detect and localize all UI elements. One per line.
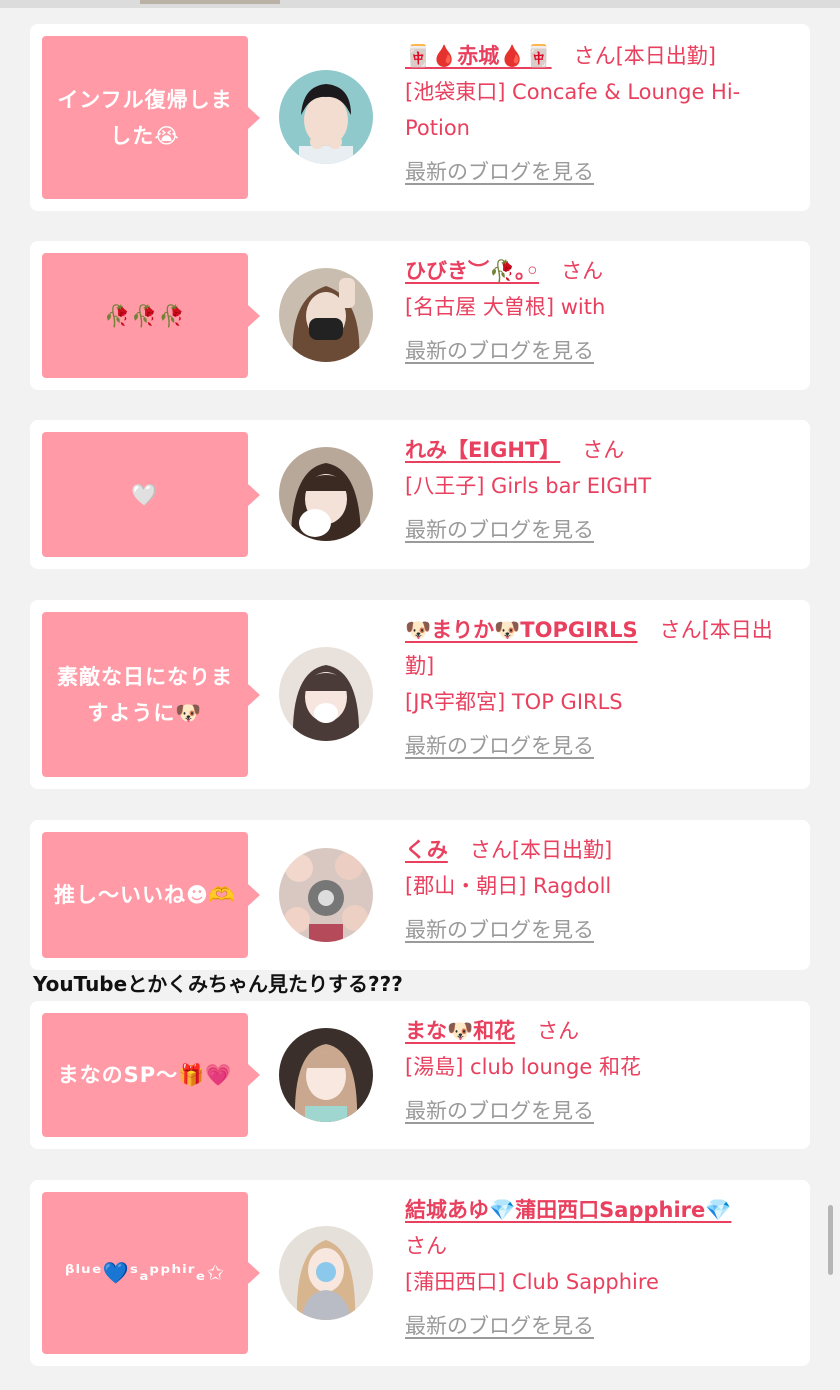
user-comment: YouTubeとかくみちゃん見たりする??? [33, 972, 403, 996]
avatar[interactable] [279, 647, 373, 741]
comment-bubble: 素敵な日になりますように🐶 [42, 612, 260, 777]
comment-bubble: まなのSP〜🎁💗 [42, 1013, 260, 1137]
blog-link[interactable]: 最新のブログを見る [405, 1093, 594, 1129]
shop-name: [JR宇都宮] TOP GIRLS [405, 690, 623, 714]
avatar[interactable] [279, 447, 373, 541]
top-scroll-indicator [0, 0, 840, 8]
profile-info: まな🐶和花 さん [湯島] club lounge 和花 最新のブログを見る [405, 1013, 800, 1129]
profile-name-link[interactable]: 🀄🩸赤城🩸🀄 [405, 44, 552, 68]
honorific-status: さん [582, 438, 625, 462]
avatar[interactable] [279, 268, 373, 362]
list-item: 🤍 れみ【EIGHT】 さん [八王子] Girls bar EIGHT 最新のブ… [30, 420, 810, 569]
comment-bubble: ᵝˡᵘᵉ💙ˢₐᵖᵖʰⁱʳₑ✩ [42, 1192, 260, 1354]
profile-name-link[interactable]: 結城あゆ💎蒲田西口Sapphire💎 [405, 1198, 731, 1222]
profile-info: くみ さん[本日出勤] [郡山・朝日] Ragdoll 最新のブログを見る [405, 832, 800, 948]
blog-link[interactable]: 最新のブログを見る [405, 333, 594, 369]
comment-bubble: 推し〜いいね☻🫶 [42, 832, 260, 958]
avatar[interactable] [279, 70, 373, 164]
avatar[interactable] [279, 1226, 373, 1320]
list-item: インフル復帰しました😭 🀄🩸赤城🩸🀄 さん[本日出勤] [池袋東口] Concaf… [30, 24, 810, 211]
comment-bubble: インフル復帰しました😭 [42, 36, 260, 199]
profile-name-link[interactable]: ひびき︶🥀｡◦ [405, 259, 539, 283]
shop-name: [八王子] Girls bar EIGHT [405, 474, 652, 498]
blog-link[interactable]: 最新のブログを見る [405, 512, 594, 548]
shop-name: [湯島] club lounge 和花 [405, 1055, 641, 1079]
profile-name-link[interactable]: くみ [405, 838, 448, 862]
scrollbar[interactable] [828, 1205, 833, 1275]
avatar[interactable] [279, 1028, 373, 1122]
profile-info: 🐶まりか🐶TOPGIRLS さん[本日出勤] [JR宇都宮] TOP GIRLS … [405, 612, 800, 764]
top-scroll-thumb [140, 0, 280, 4]
honorific-status: さん[本日出勤] [469, 838, 613, 862]
honorific-status: さん [537, 1019, 580, 1043]
list-item: まなのSP〜🎁💗 まな🐶和花 さん [湯島] club lounge 和花 最新の… [30, 1001, 810, 1149]
blog-link[interactable]: 最新のブログを見る [405, 154, 594, 190]
profile-name-link[interactable]: 🐶まりか🐶TOPGIRLS [405, 618, 638, 642]
list-item: 🥀🥀🥀 ひびき︶🥀｡◦ さん [名古屋 大曽根] with 最新のブログを見る [30, 241, 810, 390]
honorific-status: さん [561, 259, 604, 283]
shop-name: [郡山・朝日] Ragdoll [405, 874, 612, 898]
profile-info: ひびき︶🥀｡◦ さん [名古屋 大曽根] with 最新のブログを見る [405, 253, 800, 369]
profile-name-link[interactable]: れみ【EIGHT】 [405, 438, 560, 462]
blog-link[interactable]: 最新のブログを見る [405, 912, 594, 948]
profile-name-link[interactable]: まな🐶和花 [405, 1019, 515, 1043]
profile-info: れみ【EIGHT】 さん [八王子] Girls bar EIGHT 最新のブログ… [405, 432, 800, 548]
list-item: 素敵な日になりますように🐶 🐶まりか🐶TOPGIRLS さん[本日出勤] [JR宇… [30, 600, 810, 789]
profile-info: 🀄🩸赤城🩸🀄 さん[本日出勤] [池袋東口] Concafe & Lounge H… [405, 38, 800, 190]
shop-name: [池袋東口] Concafe & Lounge Hi-Potion [405, 80, 741, 140]
shop-name: [蒲田西口] Club Sapphire [405, 1270, 659, 1294]
honorific-status: さん [405, 1234, 447, 1258]
list-item: 推し〜いいね☻🫶 くみ さん[本日出勤] [郡山・朝日] Ragdoll 最新のブ… [30, 820, 810, 970]
comment-bubble: 🤍 [42, 432, 260, 557]
list-item: ᵝˡᵘᵉ💙ˢₐᵖᵖʰⁱʳₑ✩ 結城あゆ💎蒲田西口Sapphire💎 さん [蒲田… [30, 1180, 810, 1366]
blog-link[interactable]: 最新のブログを見る [405, 1308, 594, 1344]
profile-info: 結城あゆ💎蒲田西口Sapphire💎 さん [蒲田西口] Club Sapphi… [405, 1192, 800, 1344]
comment-bubble: 🥀🥀🥀 [42, 253, 260, 378]
shop-name: [名古屋 大曽根] with [405, 295, 606, 319]
avatar[interactable] [279, 848, 373, 942]
blog-link[interactable]: 最新のブログを見る [405, 728, 594, 764]
honorific-status: さん[本日出勤] [573, 44, 716, 68]
